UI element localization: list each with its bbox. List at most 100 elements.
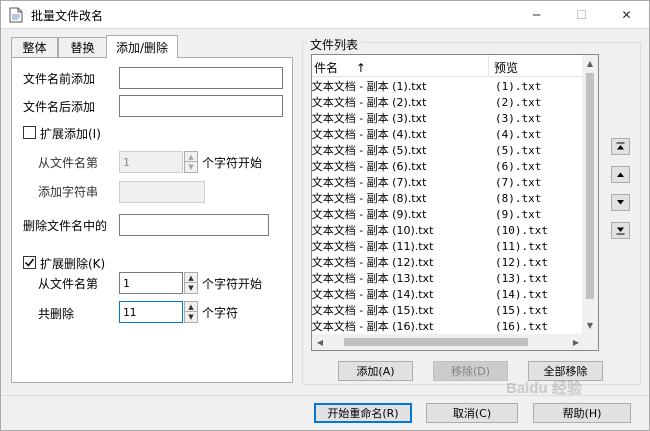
column-name-label: 件名 bbox=[314, 61, 339, 75]
preview-cell: (12).txt bbox=[495, 256, 548, 269]
list-item[interactable]: |文本文档 - 副本 (14).txt (14).txt bbox=[312, 287, 584, 303]
cancel-button[interactable]: 取消(C) bbox=[426, 403, 518, 423]
sort-ascending-icon: ↑ bbox=[355, 61, 366, 75]
list-item[interactable]: |文本文档 - 副本 (3).txt (3).txt bbox=[312, 111, 584, 127]
scroll-down-icon[interactable]: ▼ bbox=[582, 317, 598, 333]
list-item[interactable]: |文本文档 - 副本 (4).txt (4).txt bbox=[312, 127, 584, 143]
ext-add-checkbox[interactable] bbox=[23, 126, 36, 139]
list-item[interactable]: |文本文档 - 副本 (13).txt (13).txt bbox=[312, 271, 584, 287]
move-to-bottom-button[interactable] bbox=[611, 222, 630, 239]
suffix-label: 文件名后添加 bbox=[23, 100, 96, 114]
ext-add-from-spinner[interactable]: ▲ ▼ bbox=[184, 151, 198, 173]
tab-add-delete[interactable]: 添加/删除 bbox=[106, 35, 178, 58]
horizontal-scrollbar[interactable]: ◀ ▶ bbox=[312, 334, 584, 350]
minimize-icon: ─ bbox=[532, 8, 541, 22]
title-bar[interactable]: 批量文件改名 ─ ☐ ✕ bbox=[1, 1, 649, 29]
file-name-cell: |文本文档 - 副本 (15).txt bbox=[311, 304, 434, 317]
list-item[interactable]: |文本文档 - 副本 (7).txt (7).txt bbox=[312, 175, 584, 191]
list-item[interactable]: |文本文档 - 副本 (12).txt (12).txt bbox=[312, 255, 584, 271]
preview-cell: (5).txt bbox=[495, 144, 542, 157]
ext-delete-checkbox[interactable] bbox=[23, 256, 36, 269]
column-header-preview[interactable]: 预览 bbox=[494, 59, 518, 76]
vertical-scrollbar[interactable]: ▲ ▼ bbox=[582, 55, 598, 335]
ext-add-string-input[interactable] bbox=[119, 181, 205, 203]
file-name-cell: |文本文档 - 副本 (12).txt bbox=[311, 256, 434, 269]
list-item[interactable]: |文本文档 - 副本 (11).txt (11).txt bbox=[312, 239, 584, 255]
baidu-watermark: Baidu 经验 bbox=[506, 380, 582, 397]
column-header-name[interactable]: 件名 ↑ bbox=[314, 59, 366, 76]
preview-cell: (13).txt bbox=[495, 272, 548, 285]
preview-cell: (10).txt bbox=[495, 224, 548, 237]
window-title: 批量文件改名 bbox=[31, 9, 104, 23]
ext-add-string-label: 添加字符串 bbox=[38, 185, 99, 199]
spin-up-icon: ▲ bbox=[185, 302, 197, 312]
ext-delete-from-input[interactable] bbox=[119, 272, 183, 294]
ext-delete-from-spinner[interactable]: ▲ ▼ bbox=[184, 272, 198, 294]
ext-delete-count-spinner[interactable]: ▲ ▼ bbox=[184, 301, 198, 323]
tab-replace[interactable]: 替换 bbox=[58, 37, 107, 57]
help-button[interactable]: 帮助(H) bbox=[533, 403, 631, 423]
prefix-label: 文件名前添加 bbox=[23, 72, 96, 86]
suffix-input[interactable] bbox=[119, 95, 283, 117]
preview-cell: (8).txt bbox=[495, 192, 542, 205]
preview-cell: (2).txt bbox=[495, 96, 542, 109]
file-name-cell: |文本文档 - 副本 (13).txt bbox=[311, 272, 434, 285]
list-item[interactable]: |文本文档 - 副本 (9).txt (9).txt bbox=[312, 207, 584, 223]
spin-down-icon: ▼ bbox=[188, 163, 194, 171]
ext-add-from-input[interactable] bbox=[119, 151, 183, 173]
preview-cell: (11).txt bbox=[495, 240, 548, 253]
close-button[interactable]: ✕ bbox=[604, 1, 649, 29]
preview-cell: (4).txt bbox=[495, 128, 542, 141]
ext-delete-label: 扩展删除(K) bbox=[40, 257, 106, 271]
maximize-button[interactable]: ☐ bbox=[559, 1, 604, 29]
prefix-input[interactable] bbox=[119, 67, 283, 89]
column-divider[interactable] bbox=[488, 55, 489, 77]
ext-delete-count-input[interactable] bbox=[119, 301, 183, 323]
file-name-cell: |文本文档 - 副本 (14).txt bbox=[311, 288, 434, 301]
scroll-up-icon[interactable]: ▲ bbox=[582, 55, 598, 71]
file-name-cell: |文本文档 - 副本 (11).txt bbox=[311, 240, 434, 253]
list-item[interactable]: |文本文档 - 副本 (6).txt (6).txt bbox=[312, 159, 584, 175]
horizontal-scroll-thumb[interactable] bbox=[344, 338, 528, 346]
file-name-cell: |文本文档 - 副本 (6).txt bbox=[311, 160, 427, 173]
file-name-cell: |文本文档 - 副本 (4).txt bbox=[311, 128, 427, 141]
tab-overall[interactable]: 整体 bbox=[11, 37, 58, 57]
move-down-button[interactable] bbox=[611, 194, 630, 211]
list-item[interactable]: |文本文档 - 副本 (8).txt (8).txt bbox=[312, 191, 584, 207]
preview-cell: (1).txt bbox=[495, 80, 542, 93]
preview-cell: (9).txt bbox=[495, 208, 542, 221]
list-item[interactable]: |文本文档 - 副本 (15).txt (15).txt bbox=[312, 303, 584, 319]
ext-add-from-label: 从文件名第 bbox=[38, 156, 99, 170]
add-files-button[interactable]: 添加(A) bbox=[338, 361, 413, 381]
file-listview[interactable]: 件名 ↑ 预览 |文本文档 - 副本 (1).txt (1).txt |文本文档 -… bbox=[311, 54, 599, 351]
list-item[interactable]: |文本文档 - 副本 (10).txt (10).txt bbox=[312, 223, 584, 239]
preview-cell: (15).txt bbox=[495, 304, 548, 317]
listview-rows: |文本文档 - 副本 (1).txt (1).txt |文本文档 - 副本 (2).… bbox=[312, 79, 584, 335]
spin-up-icon: ▲ bbox=[185, 273, 197, 283]
tab-label: 替换 bbox=[70, 41, 95, 55]
ext-add-from-unit: 个字符开始 bbox=[202, 156, 263, 170]
move-up-button[interactable] bbox=[611, 166, 630, 183]
list-item[interactable]: |文本文档 - 副本 (16).txt (16).txt bbox=[312, 319, 584, 335]
ext-delete-from-label: 从文件名第 bbox=[38, 277, 99, 291]
spin-down-icon: ▼ bbox=[188, 284, 194, 292]
list-item[interactable]: |文本文档 - 副本 (2).txt (2).txt bbox=[312, 95, 584, 111]
scroll-left-icon[interactable]: ◀ bbox=[312, 334, 328, 350]
list-item[interactable]: |文本文档 - 副本 (5).txt (5).txt bbox=[312, 143, 584, 159]
delete-input[interactable] bbox=[119, 214, 269, 236]
remove-file-button[interactable]: 移除(D) bbox=[433, 361, 508, 381]
file-name-cell: |文本文档 - 副本 (1).txt bbox=[311, 80, 427, 93]
vertical-scroll-thumb[interactable] bbox=[586, 73, 594, 299]
preview-cell: (6).txt bbox=[495, 160, 542, 173]
file-name-cell: |文本文档 - 副本 (5).txt bbox=[311, 144, 427, 157]
minimize-button[interactable]: ─ bbox=[514, 1, 559, 29]
ext-add-label: 扩展添加(I) bbox=[40, 127, 101, 141]
file-name-cell: |文本文档 - 副本 (2).txt bbox=[311, 96, 427, 109]
start-rename-button[interactable]: 开始重命名(R) bbox=[314, 403, 412, 423]
list-item[interactable]: |文本文档 - 副本 (1).txt (1).txt bbox=[312, 79, 584, 95]
file-name-cell: |文本文档 - 副本 (3).txt bbox=[311, 112, 427, 125]
file-name-cell: |文本文档 - 副本 (9).txt bbox=[311, 208, 427, 221]
preview-cell: (16).txt bbox=[495, 320, 548, 333]
file-name-cell: |文本文档 - 副本 (10).txt bbox=[311, 224, 434, 237]
move-to-top-button[interactable] bbox=[611, 138, 630, 155]
